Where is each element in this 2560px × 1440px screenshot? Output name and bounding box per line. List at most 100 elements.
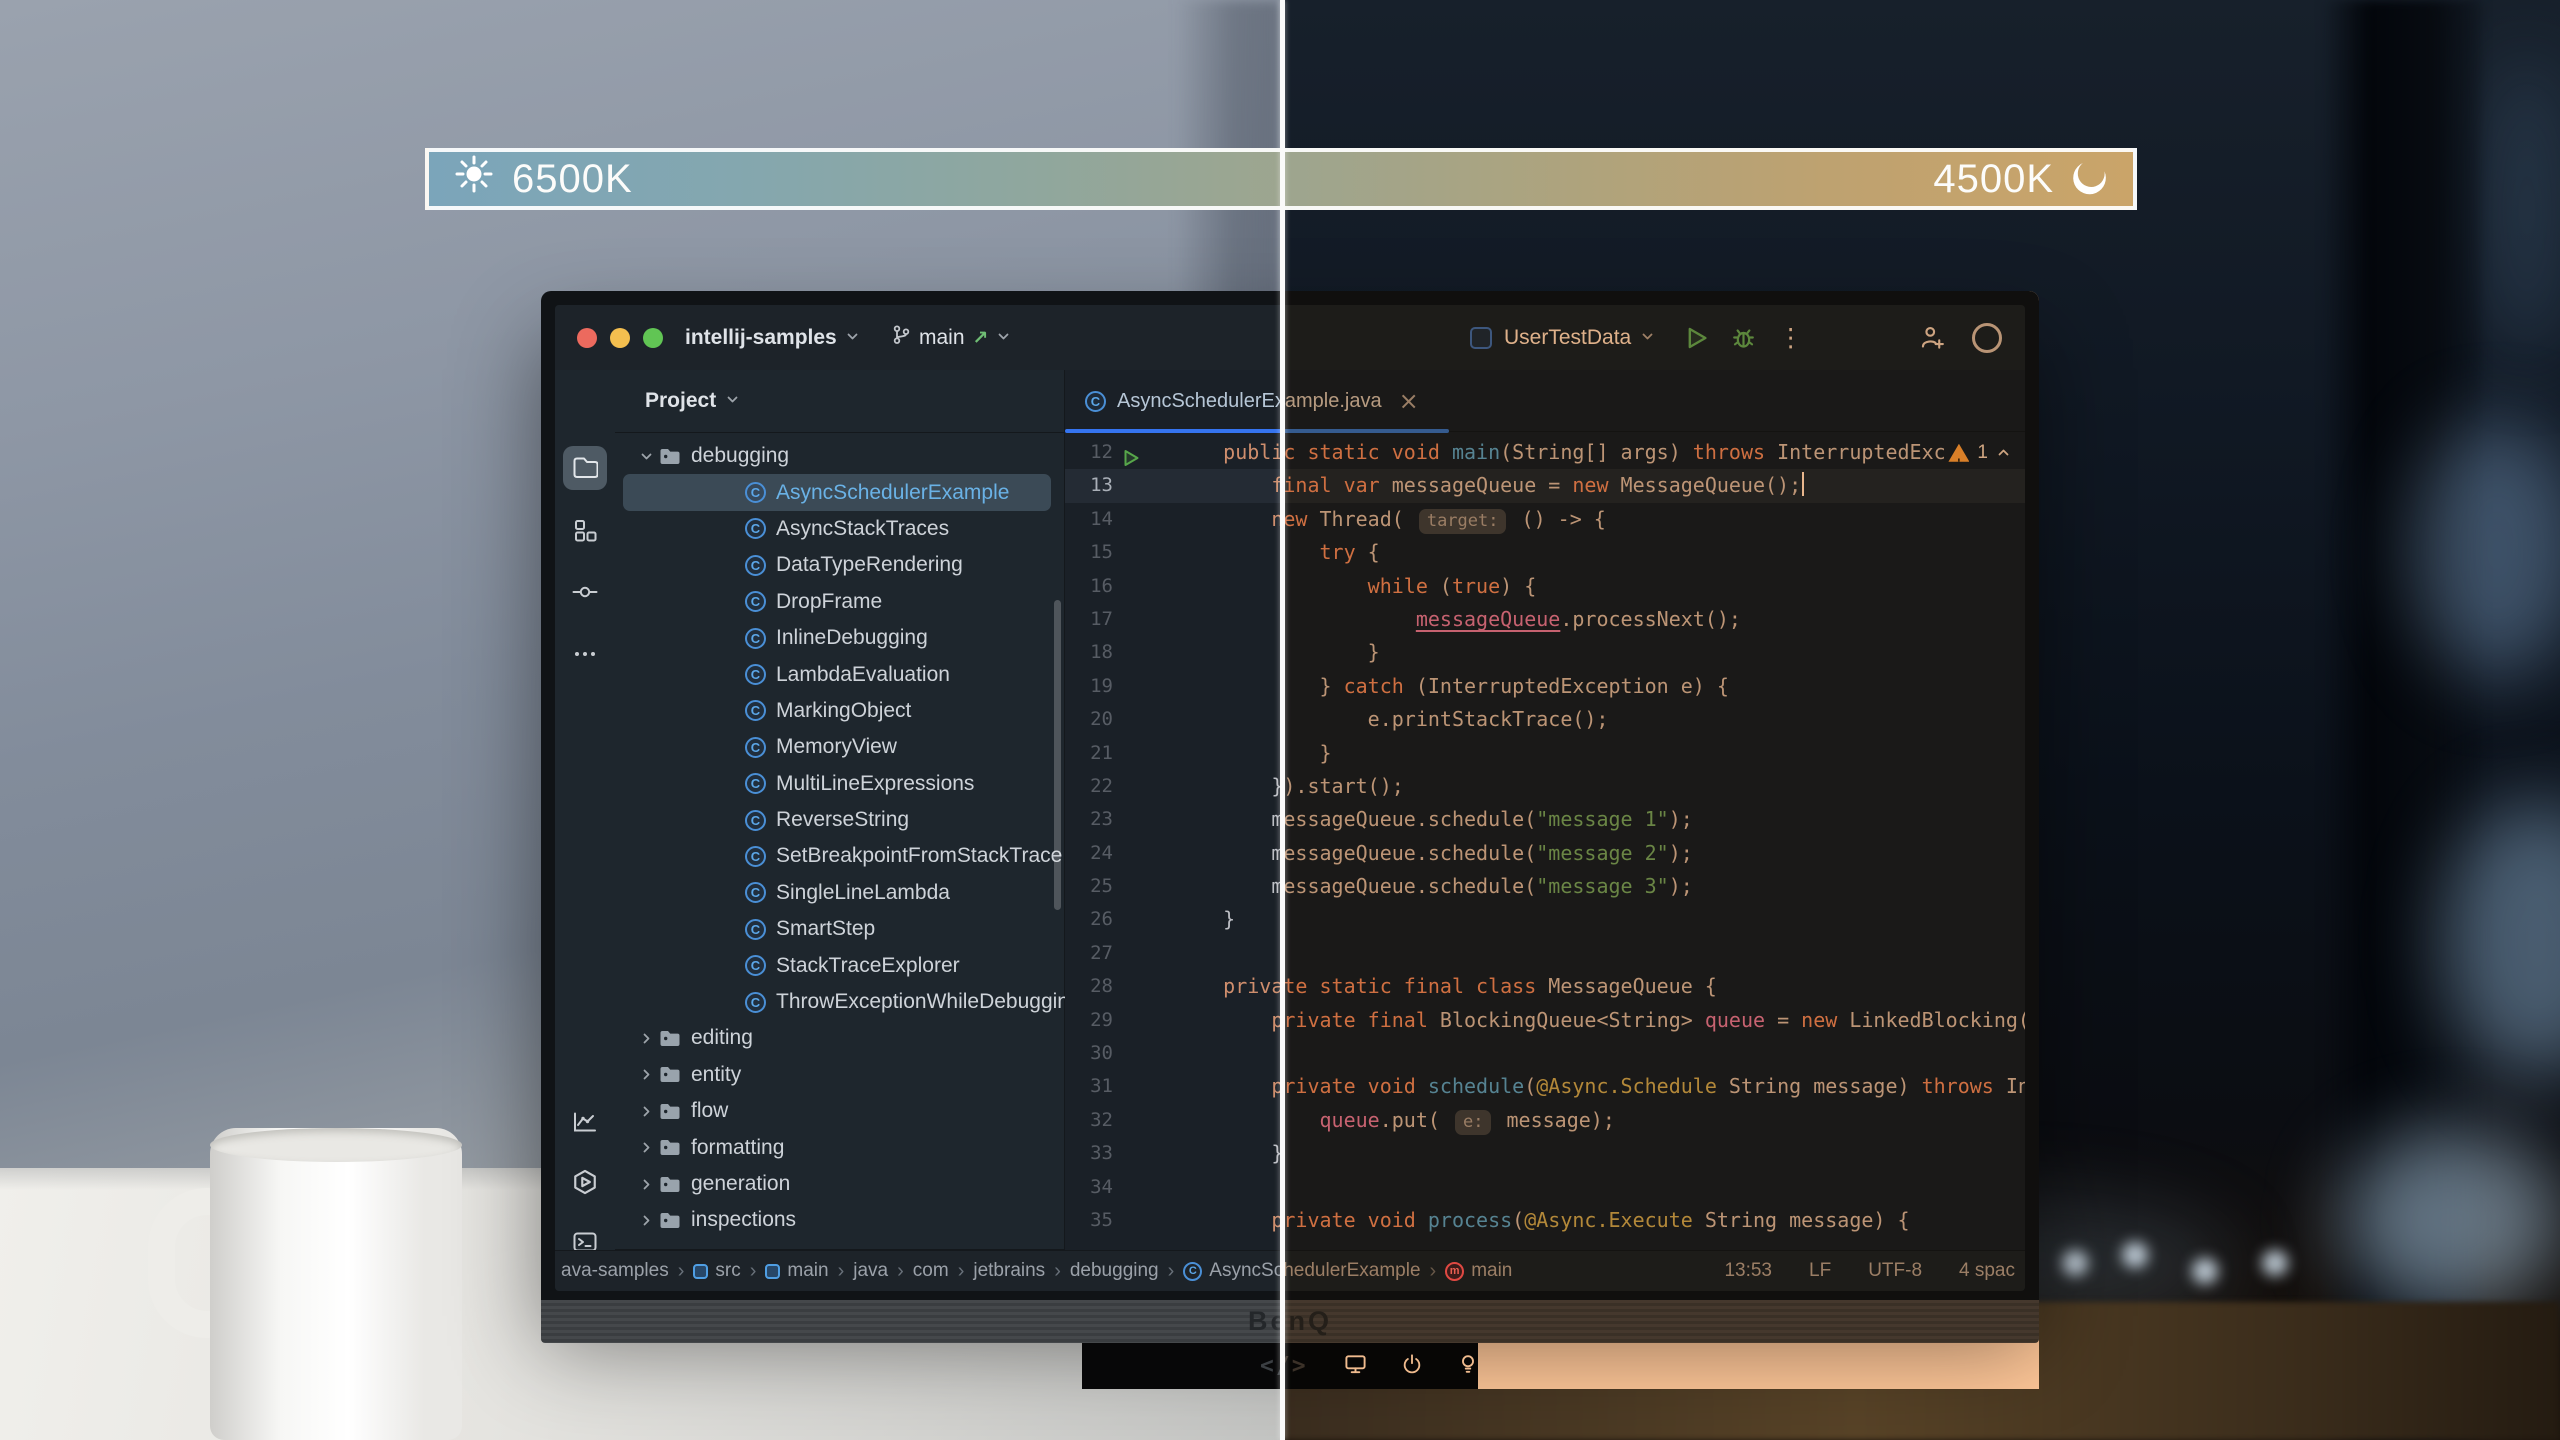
tree-item-entity[interactable]: entity — [623, 1057, 1051, 1093]
services-tool-button[interactable] — [563, 1160, 607, 1204]
chevron-right-icon[interactable] — [633, 1140, 659, 1155]
city-bokeh — [2342, 1130, 2560, 1310]
breadcrumb-item-ava-samples[interactable]: ava-samples — [561, 1260, 669, 1282]
run-button[interactable] — [1685, 326, 1709, 350]
debug-button[interactable] — [1731, 325, 1756, 350]
zoom-window-button[interactable] — [643, 328, 663, 348]
module-icon — [765, 1264, 780, 1279]
tree-item-inspections[interactable]: inspections — [623, 1202, 1051, 1238]
line-separator[interactable]: LF — [1809, 1260, 1831, 1282]
close-window-button[interactable] — [577, 328, 597, 348]
line-number: 22 — [1065, 770, 1113, 803]
tree-item-ReverseString[interactable]: CReverseString — [623, 802, 1051, 838]
close-tab-icon[interactable]: × — [1399, 387, 1419, 415]
tree-item-generation[interactable]: generation — [623, 1166, 1051, 1202]
add-user-icon[interactable] — [1919, 324, 1946, 351]
breadcrumb-separator: › — [897, 1260, 904, 1283]
more-actions-button[interactable]: ⋮ — [1778, 325, 1803, 350]
tree-item-label: ReverseString — [776, 808, 909, 832]
profiler-tool-button[interactable] — [563, 1100, 607, 1144]
tree-item-ThrowExceptionWhileDebugging[interactable]: CThrowExceptionWhileDebugging — [623, 984, 1051, 1020]
tree-item-label: LambdaEvaluation — [776, 663, 950, 687]
encoding[interactable]: UTF-8 — [1868, 1260, 1922, 1282]
tree-item-MultiLineExpressions[interactable]: CMultiLineExpressions — [623, 766, 1051, 802]
breadcrumb-item-jetbrains[interactable]: jetbrains — [973, 1260, 1045, 1282]
line-number: 12 — [1065, 436, 1113, 469]
breadcrumb-item-com[interactable]: com — [913, 1260, 949, 1282]
outgoing-commits-icon: ↗ — [973, 327, 989, 349]
tree-item-editing[interactable]: editing — [623, 1020, 1051, 1056]
branch-selector[interactable]: main ↗ — [891, 305, 1011, 370]
chevron-down-icon[interactable] — [1640, 326, 1655, 350]
breadcrumb-item-src[interactable]: src — [693, 1260, 740, 1282]
code-line-31: 31 private void schedule(@Async.Schedule… — [1065, 1070, 2025, 1103]
tree-item-label: MultiLineExpressions — [776, 772, 974, 796]
run-config-selector[interactable]: UserTestData — [1504, 326, 1631, 350]
tab-asyncschedulerexample[interactable]: C AsyncSchedulerExample.java × — [1065, 370, 1443, 432]
structure-tool-button[interactable] — [563, 508, 607, 552]
avatar[interactable] — [1972, 323, 2002, 353]
folder-icon — [659, 1175, 681, 1194]
breadcrumb-separator: › — [678, 1260, 685, 1283]
breadcrumb-item-AsyncSchedulerExample[interactable]: CAsyncSchedulerExample — [1183, 1260, 1420, 1282]
tree-item-SingleLineLambda[interactable]: CSingleLineLambda — [623, 875, 1051, 911]
project-panel-header[interactable]: Project — [645, 370, 740, 432]
tool-stripe — [555, 370, 616, 1250]
tree-item-label: MarkingObject — [776, 699, 911, 723]
tree-item-MemoryView[interactable]: CMemoryView — [623, 729, 1051, 765]
project-tool-button[interactable] — [563, 446, 607, 490]
tree-item-StackTraceExplorer[interactable]: CStackTraceExplorer — [623, 947, 1051, 983]
tree-item-AsyncStackTraces[interactable]: CAsyncStackTraces — [623, 511, 1051, 547]
tab-label: AsyncSchedulerExample.java — [1117, 390, 1382, 413]
indent[interactable]: 4 spac — [1959, 1260, 2015, 1282]
chevron-right-icon[interactable] — [633, 1031, 659, 1046]
tree-item-label: AsyncSchedulerExample — [776, 481, 1009, 505]
line-number: 26 — [1065, 903, 1113, 936]
commit-tool-button[interactable] — [563, 570, 607, 614]
code-line-30: 30 — [1065, 1037, 2025, 1070]
tree-item-MarkingObject[interactable]: CMarkingObject — [623, 693, 1051, 729]
project-panel-title: Project — [645, 389, 716, 413]
tree-item-label: SetBreakpointFromStackTrace — [776, 844, 1062, 868]
run-config-icon — [1470, 327, 1492, 349]
tree-item-label: generation — [691, 1172, 790, 1196]
tree-item-label: DataTypeRendering — [776, 553, 963, 577]
code-editor[interactable]: 12 public static void main(String[] args… — [1065, 432, 2025, 1250]
tree-item-debugging[interactable]: debugging — [623, 438, 1051, 474]
tree-item-LambdaEvaluation[interactable]: C LambdaEvaluation — [623, 656, 1051, 692]
tree-item-AsyncSchedulerExample[interactable]: CAsyncSchedulerExample — [623, 474, 1051, 510]
day-night-split-line — [1280, 0, 1285, 1440]
tree-item-formatting[interactable]: formatting — [623, 1129, 1051, 1165]
caret-position[interactable]: 13:53 — [1724, 1260, 1772, 1282]
project-selector[interactable]: intellij-samples — [685, 305, 860, 370]
tree-item-DataTypeRendering[interactable]: CDataTypeRendering — [623, 547, 1051, 583]
breadcrumb-item-debugging[interactable]: debugging — [1070, 1260, 1159, 1282]
chevron-down-icon[interactable] — [633, 449, 659, 464]
chevron-right-icon[interactable] — [633, 1104, 659, 1119]
tree-item-SetBreakpointFromStackTrace[interactable]: CSetBreakpointFromStackTrace — [623, 838, 1051, 874]
code-line-15: 15 try { — [1065, 536, 2025, 569]
class-icon: C — [745, 664, 766, 685]
breadcrumb-item-main[interactable]: main — [765, 1260, 828, 1282]
folder-icon — [659, 1138, 681, 1157]
chevron-right-icon[interactable] — [633, 1067, 659, 1082]
tree-item-SmartStep[interactable]: CSmartStep — [623, 911, 1051, 947]
line-number: 28 — [1065, 970, 1113, 1003]
chevron-right-icon[interactable] — [633, 1177, 659, 1192]
tree-item-InlineDebugging[interactable]: CInlineDebugging — [623, 620, 1051, 656]
chevron-right-icon[interactable] — [633, 1213, 659, 1228]
chevron-up-icon[interactable] — [1996, 445, 2011, 460]
warning-count: 1 — [1977, 436, 1988, 469]
more-tools-icon[interactable] — [563, 632, 607, 676]
tree-item-DropFrame[interactable]: CDropFrame — [623, 584, 1051, 620]
minimize-window-button[interactable] — [610, 328, 630, 348]
line-number: 27 — [1065, 937, 1113, 970]
tree-item-flow[interactable]: flow — [623, 1093, 1051, 1129]
breadcrumb-item-main[interactable]: mmain — [1445, 1260, 1512, 1282]
project-scrollbar[interactable] — [1054, 600, 1061, 910]
code-line-27: 27 — [1065, 937, 2025, 970]
git-branch-icon — [891, 324, 911, 351]
inspection-widget[interactable]: !1 — [1948, 436, 2011, 469]
breadcrumb-item-java[interactable]: java — [853, 1260, 888, 1282]
tree-item-label: inspections — [691, 1208, 796, 1232]
